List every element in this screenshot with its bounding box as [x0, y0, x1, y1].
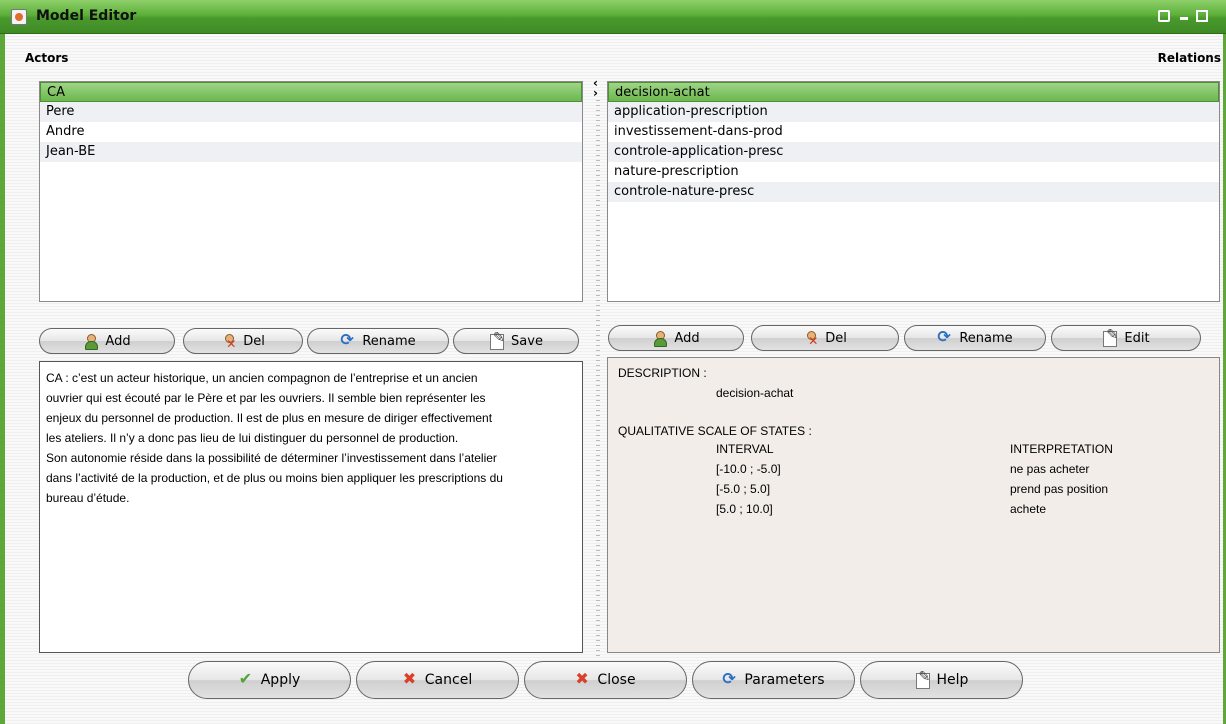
title-bar[interactable]: Model Editor	[0, 0, 1226, 34]
model-editor-window: Model Editor Actors Relations CA Pere An…	[0, 0, 1226, 724]
actor-description-textarea[interactable]: CA : c’est un acteur historique, un anci…	[39, 361, 583, 653]
actor-item-jean-be[interactable]: Jean-BE	[40, 142, 582, 162]
interpretation-cell: achete	[1010, 502, 1047, 516]
collapse-right-icon[interactable]: ›	[593, 87, 603, 99]
close-button[interactable]: Close	[524, 661, 687, 699]
actor-del-label: Del	[243, 333, 265, 349]
parameters-label: Parameters	[744, 672, 825, 688]
relation-item-investissement-dans-prod[interactable]: investissement-dans-prod	[608, 122, 1219, 142]
relation-del-button[interactable]: Del	[751, 325, 899, 351]
help-button[interactable]: Help	[860, 661, 1023, 699]
add-user-icon	[652, 330, 668, 347]
actor-item-andre[interactable]: Andre	[40, 122, 582, 142]
interval-cell: [5.0 ; 10.0]	[716, 502, 773, 516]
splitter-handle[interactable]	[596, 100, 600, 660]
actor-item-pere[interactable]: Pere	[40, 102, 582, 122]
relation-edit-button[interactable]: Edit	[1051, 325, 1201, 351]
refresh-icon	[937, 327, 953, 346]
interpretation-cell: prend pas position	[1010, 482, 1109, 496]
relations-label: Relations	[1157, 51, 1221, 65]
close-x-icon	[575, 669, 591, 688]
maximize-icon[interactable]	[1158, 10, 1170, 22]
actor-del-button[interactable]: Del	[183, 328, 303, 354]
relation-item-decision-achat[interactable]: decision-achat	[608, 82, 1219, 102]
relation-del-label: Del	[825, 330, 847, 346]
relation-details-pane: DESCRIPTION : decision-achat QUALITATIVE…	[607, 357, 1220, 653]
interval-cell: [-5.0 ; 5.0]	[716, 482, 771, 496]
relation-rename-label: Rename	[959, 330, 1013, 346]
minimize-icon[interactable]	[1178, 10, 1190, 22]
delete-user-icon	[803, 330, 819, 348]
description-heading: DESCRIPTION :	[618, 366, 707, 380]
cancel-label: Cancel	[424, 672, 473, 688]
add-user-icon	[83, 333, 99, 350]
relation-edit-label: Edit	[1124, 330, 1150, 346]
description-value: decision-achat	[716, 386, 794, 400]
actors-list[interactable]: CA Pere Andre Jean-BE	[39, 81, 583, 302]
refresh-icon	[722, 669, 738, 688]
document-edit-icon	[489, 330, 505, 350]
close-label: Close	[597, 672, 636, 688]
apply-label: Apply	[260, 672, 301, 688]
help-label: Help	[936, 672, 969, 688]
actor-rename-label: Rename	[362, 333, 416, 349]
apply-button[interactable]: Apply	[188, 661, 351, 699]
actor-rename-button[interactable]: Rename	[307, 328, 449, 354]
actors-label: Actors	[25, 51, 69, 65]
document-edit-icon	[1102, 327, 1118, 347]
actor-item-ca[interactable]: CA	[40, 82, 582, 102]
delete-user-icon	[221, 333, 237, 351]
relations-list[interactable]: decision-achat application-prescription …	[607, 81, 1220, 302]
window-title: Model Editor	[36, 8, 137, 24]
actor-add-label: Add	[105, 333, 131, 349]
actor-add-button[interactable]: Add	[39, 328, 175, 354]
relation-add-button[interactable]: Add	[608, 325, 744, 351]
scale-heading: QUALITATIVE SCALE OF STATES :	[618, 424, 812, 438]
relation-item-application-prescription[interactable]: application-prescription	[608, 102, 1219, 122]
cancel-button[interactable]: Cancel	[356, 661, 519, 699]
actor-save-label: Save	[511, 333, 543, 349]
restore-icon[interactable]	[1196, 10, 1208, 22]
relation-add-label: Add	[674, 330, 700, 346]
relation-rename-button[interactable]: Rename	[904, 325, 1046, 351]
interpretation-header: INTERPRETATION	[1010, 442, 1113, 456]
java-app-icon	[11, 9, 27, 25]
relation-item-controle-nature-presc[interactable]: controle-nature-presc	[608, 182, 1219, 202]
cancel-x-icon	[403, 669, 419, 688]
interval-header: INTERVAL	[716, 442, 774, 456]
interval-cell: [-10.0 ; -5.0]	[716, 462, 781, 476]
relation-item-nature-prescription[interactable]: nature-prescription	[608, 162, 1219, 182]
refresh-icon	[340, 330, 356, 349]
document-edit-icon	[915, 669, 931, 689]
interpretation-cell: ne pas acheter	[1010, 462, 1090, 476]
parameters-button[interactable]: Parameters	[692, 661, 855, 699]
splitter-arrows[interactable]: ‹ ›	[593, 77, 603, 99]
relation-item-controle-application-presc[interactable]: controle-application-presc	[608, 142, 1219, 162]
actor-save-button[interactable]: Save	[453, 328, 579, 354]
check-icon	[239, 669, 255, 688]
